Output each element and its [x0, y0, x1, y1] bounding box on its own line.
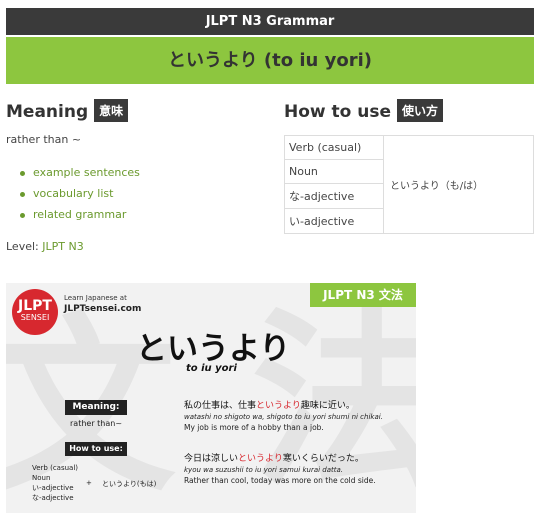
card-learn-text: Learn Japanese at	[64, 294, 127, 302]
card-pattern: というより(もは)	[102, 480, 157, 488]
card-plus: +	[86, 479, 92, 487]
link-vocabulary-list[interactable]: vocabulary list	[20, 187, 140, 208]
example-jp-highlight: というより	[256, 401, 301, 411]
example-english: Rather than cool, today was more on the …	[184, 476, 376, 485]
meaning-badge: 意味	[94, 99, 129, 122]
card-forms: Verb (casual) Noun い-adjective な-adjecti…	[32, 463, 78, 503]
level-label: Level:	[6, 240, 39, 253]
usage-table: Verb (casual) というより（も/は） Noun な-adjectiv…	[284, 135, 534, 234]
meaning-text: rather than ~	[6, 133, 82, 146]
card-form: Verb (casual)	[32, 464, 79, 472]
how-to-use-heading-text: How to use	[284, 102, 392, 122]
usage-form: Noun	[284, 159, 384, 184]
card-romaji: to iu yori	[186, 363, 237, 374]
usage-form: い-adjective	[284, 208, 384, 234]
card-level-ribbon: JLPT N3 文法	[310, 283, 416, 307]
logo-text: JLPT	[18, 298, 52, 314]
card-example: 私の仕事は、仕事というより趣味に近い。 watashi no shigoto w…	[184, 398, 383, 432]
example-jp-highlight: というより	[238, 454, 283, 464]
level-line: Level: JLPT N3	[6, 240, 84, 253]
card-site-text: JLPTsensei.com	[64, 304, 142, 314]
link-example-sentences[interactable]: example sentences	[20, 166, 140, 187]
card-grammar-point: というより	[136, 331, 291, 367]
example-english: My job is more of a hobby than a job.	[184, 423, 324, 432]
card-howto-label: How to use:	[65, 442, 127, 456]
jlpt-sensei-logo: JLPT SENSEI	[12, 289, 58, 335]
example-jp-part: 寒いくらいだった。	[282, 454, 364, 464]
level-link[interactable]: JLPT N3	[42, 240, 83, 253]
grammar-point-title: というより (to iu yori)	[6, 37, 534, 84]
usage-pattern: というより（も/は）	[383, 135, 534, 234]
example-japanese: 私の仕事は、仕事というより趣味に近い。	[184, 398, 383, 411]
meaning-heading: Meaning 意味	[6, 99, 129, 122]
card-meaning-value: rather than~	[70, 419, 123, 428]
meaning-heading-text: Meaning	[6, 102, 89, 122]
card-form: い-adjective	[32, 484, 74, 492]
how-to-use-badge: 使い方	[397, 99, 444, 122]
example-romaji: watashi no shigoto wa, shigoto to iu yor…	[184, 413, 383, 421]
example-jp-part: 私の仕事は、仕事	[184, 401, 257, 411]
card-form: Noun	[32, 474, 51, 482]
logo-subtext: SENSEI	[20, 313, 50, 322]
link-related-grammar[interactable]: related grammar	[20, 208, 140, 229]
usage-form: Verb (casual)	[284, 135, 384, 160]
usage-form: な-adjective	[284, 183, 384, 209]
how-to-use-heading: How to use 使い方	[284, 99, 444, 122]
example-jp-part: 趣味に近い。	[300, 401, 355, 411]
card-example: 今日は涼しいというより寒いくらいだった。 kyou wa suzushii to…	[184, 451, 376, 485]
example-japanese: 今日は涼しいというより寒いくらいだった。	[184, 451, 376, 464]
grammar-card-image: 文 法 JLPT N3 文法 JLPT SENSEI Learn Japanes…	[6, 283, 416, 513]
category-header: JLPT N3 Grammar	[6, 8, 534, 35]
example-romaji: kyou wa suzushii to iu yori samui kurai …	[184, 466, 344, 474]
card-meaning-label: Meaning:	[65, 400, 127, 415]
meaning-links: example sentences vocabulary list relate…	[20, 166, 140, 229]
example-jp-part: 今日は涼しい	[184, 454, 239, 464]
card-form: な-adjective	[32, 494, 74, 502]
